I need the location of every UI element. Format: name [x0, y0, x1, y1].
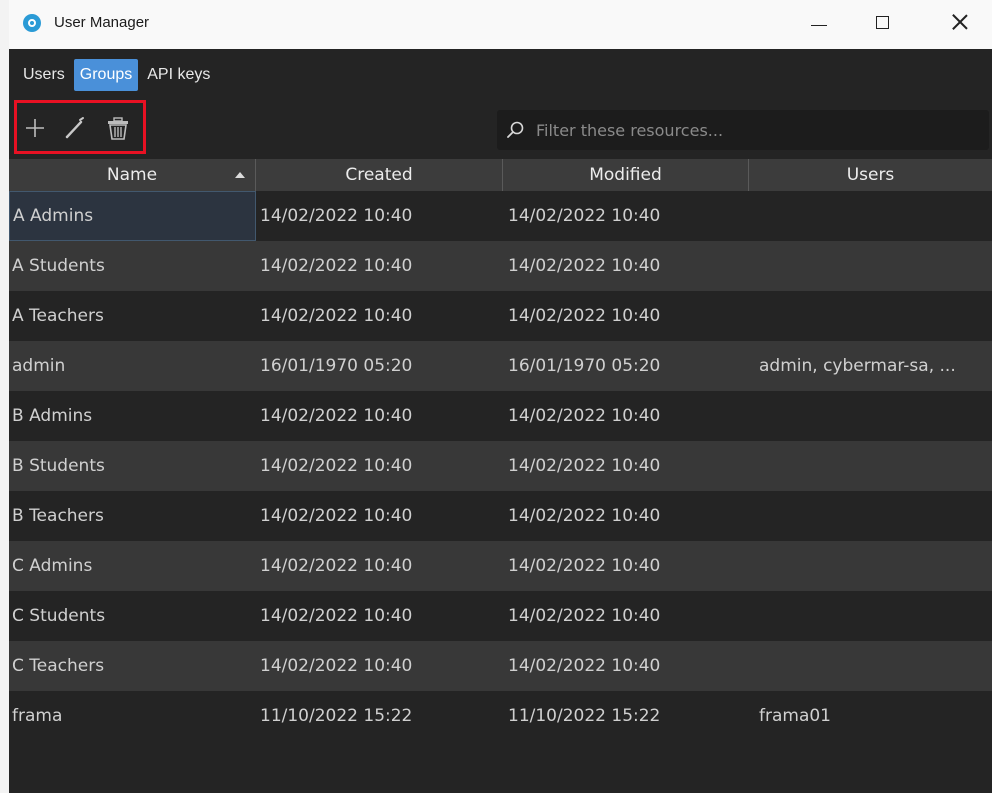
cell-created: 14/02/2022 10:40: [260, 556, 413, 576]
add-icon: [26, 119, 44, 137]
column-header-label: Modified: [589, 165, 662, 185]
cell-created: 14/02/2022 10:40: [260, 456, 413, 476]
cell-modified: 14/02/2022 10:40: [508, 206, 661, 226]
cell-name: B Teachers: [12, 506, 104, 526]
close-icon: [952, 14, 968, 30]
cell-name[interactable]: A Admins: [9, 191, 256, 241]
table-row[interactable]: A Teachers 14/02/2022 10:40 14/02/2022 1…: [9, 291, 992, 341]
cell-created: 14/02/2022 10:40: [260, 506, 413, 526]
cell-modified: 16/01/1970 05:20: [508, 356, 661, 376]
cell-name: C Teachers: [12, 656, 105, 676]
cell-created: 14/02/2022 10:40: [260, 256, 413, 276]
cell-modified: 14/02/2022 10:40: [508, 556, 661, 576]
add-group-button[interactable]: [22, 114, 48, 142]
column-header-label: Name: [106, 165, 158, 185]
column-header-label: Users: [846, 165, 895, 185]
cell-name: admin: [12, 356, 66, 376]
table-row[interactable]: C Students 14/02/2022 10:40 14/02/2022 1…: [9, 591, 992, 641]
cell-created: 14/02/2022 10:40: [260, 206, 413, 226]
cell-users: frama01: [759, 706, 832, 726]
sort-ascending-icon: [235, 172, 245, 178]
table-row[interactable]: B Admins 14/02/2022 10:40 14/02/2022 10:…: [9, 391, 992, 441]
cell-name: C Students: [12, 606, 106, 626]
tab-groups[interactable]: Groups: [73, 58, 139, 91]
title-bar[interactable]: User Manager: [9, 0, 992, 49]
table-row[interactable]: A Students 14/02/2022 10:40 14/02/2022 1…: [9, 241, 992, 291]
search-input[interactable]: [534, 116, 978, 144]
delete-group-button[interactable]: [105, 114, 131, 142]
column-header-label: Created: [345, 165, 413, 185]
delete-icon: [108, 117, 128, 140]
cell-users: [749, 291, 992, 341]
tab-bar: Users Groups API keys: [9, 57, 219, 92]
cell-users: [749, 591, 992, 641]
cell-users: [749, 391, 992, 441]
cell-users: [749, 191, 992, 241]
user-manager-window: User Manager Users Groups API keys Filte…: [9, 0, 992, 793]
cell-name: C Admins: [12, 556, 93, 576]
minimize-button[interactable]: [796, 0, 842, 44]
cell-name: A Teachers: [12, 306, 104, 326]
cell-modified: 14/02/2022 10:40: [508, 306, 661, 326]
app-logo-icon: [23, 14, 41, 32]
table-row[interactable]: B Students 14/02/2022 10:40 14/02/2022 1…: [9, 441, 992, 491]
table-header: Name Created Modified Users: [9, 159, 992, 191]
cell-created: 14/02/2022 10:40: [260, 306, 413, 326]
cell-modified: 14/02/2022 10:40: [508, 256, 661, 276]
cell-users: [749, 441, 992, 491]
cell-users: [749, 641, 992, 691]
cell-created: 11/10/2022 15:22: [260, 706, 413, 726]
search-icon: [505, 120, 525, 140]
column-header-modified[interactable]: Modified: [503, 159, 749, 191]
table-row[interactable]: A Admins 14/02/2022 10:40 14/02/2022 10:…: [9, 191, 992, 241]
cell-created: 14/02/2022 10:40: [260, 406, 413, 426]
cell-modified: 11/10/2022 15:22: [508, 706, 661, 726]
cell-created: 14/02/2022 10:40: [260, 656, 413, 676]
cell-users: admin, cybermar-sa, ...: [759, 356, 956, 376]
cell-modified: 14/02/2022 10:40: [508, 656, 661, 676]
cell-name: B Students: [12, 456, 105, 476]
table-row[interactable]: admin 16/01/1970 05:20 16/01/1970 05:20 …: [9, 341, 992, 391]
cell-created: 14/02/2022 10:40: [260, 606, 413, 626]
cell-users: [749, 241, 992, 291]
cell-name: B Admins: [12, 406, 93, 426]
column-header-name[interactable]: Name: [9, 159, 256, 191]
cell-users: [749, 541, 992, 591]
cell-modified: 14/02/2022 10:40: [508, 406, 661, 426]
column-header-users[interactable]: Users: [749, 159, 992, 191]
cell-modified: 14/02/2022 10:40: [508, 606, 661, 626]
tab-users[interactable]: Users: [17, 59, 71, 91]
cell-name: frama: [12, 706, 63, 726]
minimize-icon: [811, 24, 827, 26]
edit-icon: [65, 117, 84, 139]
cell-modified: 14/02/2022 10:40: [508, 506, 661, 526]
column-header-created[interactable]: Created: [256, 159, 503, 191]
table-row[interactable]: C Admins 14/02/2022 10:40 14/02/2022 10:…: [9, 541, 992, 591]
cell-name: A Students: [12, 256, 105, 276]
table-row[interactable]: C Teachers 14/02/2022 10:40 14/02/2022 1…: [9, 641, 992, 691]
search-box[interactable]: [497, 110, 989, 150]
cell-modified: 14/02/2022 10:40: [508, 456, 661, 476]
maximize-button[interactable]: [859, 0, 905, 44]
table-row[interactable]: B Teachers 14/02/2022 10:40 14/02/2022 1…: [9, 491, 992, 541]
tab-api-keys[interactable]: API keys: [141, 59, 216, 91]
cell-created: 16/01/1970 05:20: [260, 356, 413, 376]
table-row[interactable]: frama 11/10/2022 15:22 11/10/2022 15:22 …: [9, 691, 992, 741]
cell-users: [749, 491, 992, 541]
edit-group-button[interactable]: [62, 114, 88, 142]
window-title: User Manager: [54, 14, 150, 31]
close-button[interactable]: [937, 0, 983, 44]
maximize-icon: [875, 15, 889, 29]
